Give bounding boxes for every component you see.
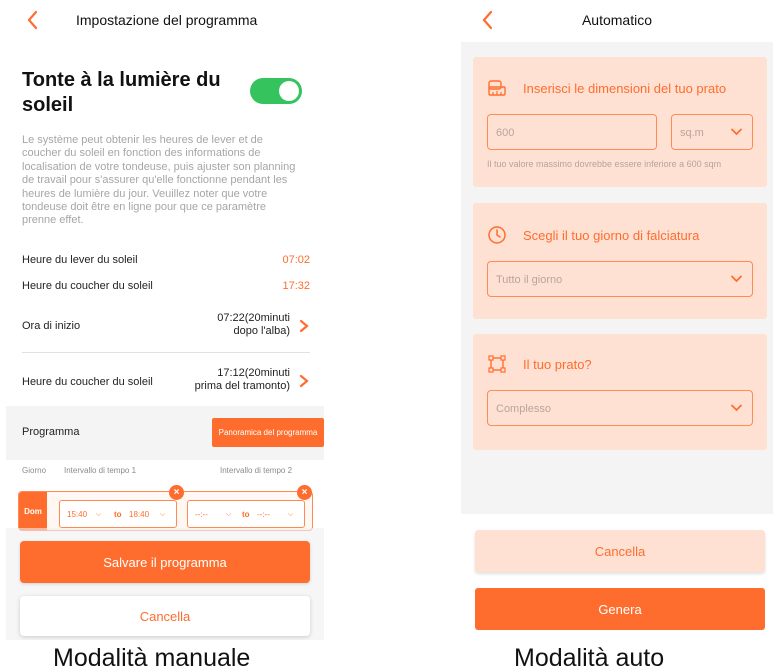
chevron-down-icon: ⌵ [160, 511, 166, 518]
sunrise-label: Heure du lever du soleil [22, 254, 138, 266]
page-title: Automatico [581, 12, 653, 28]
chevron-down-icon [731, 404, 742, 412]
area-frame-icon [488, 355, 506, 373]
end-time-label: Heure du coucher du soleil [22, 376, 153, 388]
column-interval1-header: Intervallo di tempo 1 [64, 466, 137, 475]
end-time-line1: 17:12(20minuti [217, 367, 290, 379]
program-overview-button[interactable]: Panoramica del programma [212, 418, 324, 447]
sunrise-value: 07:02 [282, 254, 310, 266]
cancel-button[interactable]: Cancella [475, 530, 765, 572]
sunlight-description: Le système peut obtenir les heures de le… [22, 134, 296, 227]
ruler-icon [488, 80, 506, 96]
close-icon[interactable]: × [297, 485, 312, 500]
lawn-type-card: Il tuo prato? Complesso [473, 334, 767, 450]
auto-mode-screen: Automatico Inserisci le dimensioni del t… [461, 0, 773, 640]
slot2-to: --:-- [257, 510, 270, 519]
lawn-size-card: Inserisci le dimensioni del tuo prato 60… [473, 57, 767, 187]
row-divider [22, 352, 310, 353]
manual-mode-caption: Modalità manuale [53, 644, 251, 671]
generate-button[interactable]: Genera [475, 588, 765, 630]
slot1-to: 18:40 [129, 510, 150, 519]
end-time-row[interactable]: Heure du coucher du soleil 17:12(20minut… [22, 367, 314, 397]
lawn-type-value: Complesso [496, 403, 552, 415]
program-label: Programma [22, 426, 80, 438]
sunlight-mowing-title: Tonte à la lumière du soleil [22, 69, 221, 116]
start-time-row[interactable]: Ora di inizio 07:22(20minuti dopo l'alba… [22, 312, 314, 342]
chevron-down-icon [731, 275, 742, 283]
column-interval2-header: Intervallo di tempo 2 [220, 466, 293, 475]
lawn-size-input[interactable]: 600 [487, 114, 657, 150]
slot1-from: 15:40 [67, 510, 88, 519]
slot2-to-word: to [242, 510, 250, 519]
unit-select[interactable]: sq.m [671, 114, 753, 150]
page-title: Impostazione del programma [76, 12, 258, 28]
end-time-value: 17:12(20minuti prima del tramonto) [160, 367, 290, 393]
lawn-type-select[interactable]: Complesso [487, 390, 753, 426]
chevron-right-icon[interactable] [298, 374, 310, 388]
toggle-knob [279, 81, 299, 101]
start-time-label: Ora di inizio [22, 320, 81, 332]
chevron-right-icon[interactable] [298, 319, 310, 333]
sunset-row: Heure du coucher du soleil 17:32 [22, 280, 310, 292]
mowing-day-select[interactable]: Tutto il giorno [487, 261, 753, 297]
slot1-to-word: to [114, 510, 122, 519]
manual-header: Impostazione del programma [6, 0, 324, 40]
auto-mode-caption: Modalità auto [514, 644, 665, 671]
mowing-day-title: Scegli il tuo giorno di falciatura [523, 228, 700, 243]
chevron-down-icon: ⌵ [226, 511, 232, 518]
schedule-day-badge: Dom [19, 492, 47, 531]
sunlight-mowing-toggle[interactable] [250, 78, 302, 104]
manual-mode-screen: Impostazione del programma Tonte à la lu… [6, 0, 324, 640]
lawn-size-title: Inserisci le dimensioni del tuo prato [523, 81, 727, 96]
lawn-size-hint: Il tuo valore massimo dovrebbe essere in… [487, 159, 722, 169]
mowing-day-value: Tutto il giorno [496, 274, 563, 286]
program-section: Programma Panoramica del programma [6, 406, 324, 460]
clock-icon [488, 226, 506, 244]
cancel-button[interactable]: Cancella [20, 596, 310, 636]
start-time-line2: dopo l'alba) [233, 325, 290, 337]
column-day-header: Giorno [22, 466, 47, 475]
save-program-button[interactable]: Salvare il programma [20, 541, 310, 583]
sunset-label: Heure du coucher du soleil [22, 280, 153, 292]
start-time-value: 07:22(20minuti dopo l'alba) [160, 312, 290, 338]
slot2-from: --:-- [195, 510, 208, 519]
back-chevron-icon[interactable] [24, 9, 42, 31]
chevron-down-icon [731, 128, 742, 136]
mowing-day-card: Scegli il tuo giorno di falciatura Tutto… [473, 203, 767, 319]
start-time-line1: 07:22(20minuti [217, 312, 290, 324]
unit-value: sq.m [680, 127, 704, 139]
time-slot-1[interactable]: 15:40 ⌵ to 18:40 ⌵ [59, 500, 177, 528]
chevron-down-icon: ⌵ [96, 511, 102, 518]
chevron-down-icon: ⌵ [288, 511, 294, 518]
close-icon[interactable]: × [169, 485, 184, 500]
auto-header: Automatico [461, 0, 773, 40]
sunrise-row: Heure du lever du soleil 07:02 [22, 254, 310, 266]
lawn-type-title: Il tuo prato? [523, 357, 592, 372]
schedule-row: Dom 15:40 ⌵ to 18:40 ⌵ × --:-- ⌵ to --:-… [18, 485, 313, 531]
lawn-size-value: 600 [496, 127, 515, 139]
end-time-line2: prima del tramonto) [194, 380, 290, 392]
time-slot-2[interactable]: --:-- ⌵ to --:-- ⌵ [187, 500, 305, 528]
sunset-value: 17:32 [282, 280, 310, 292]
